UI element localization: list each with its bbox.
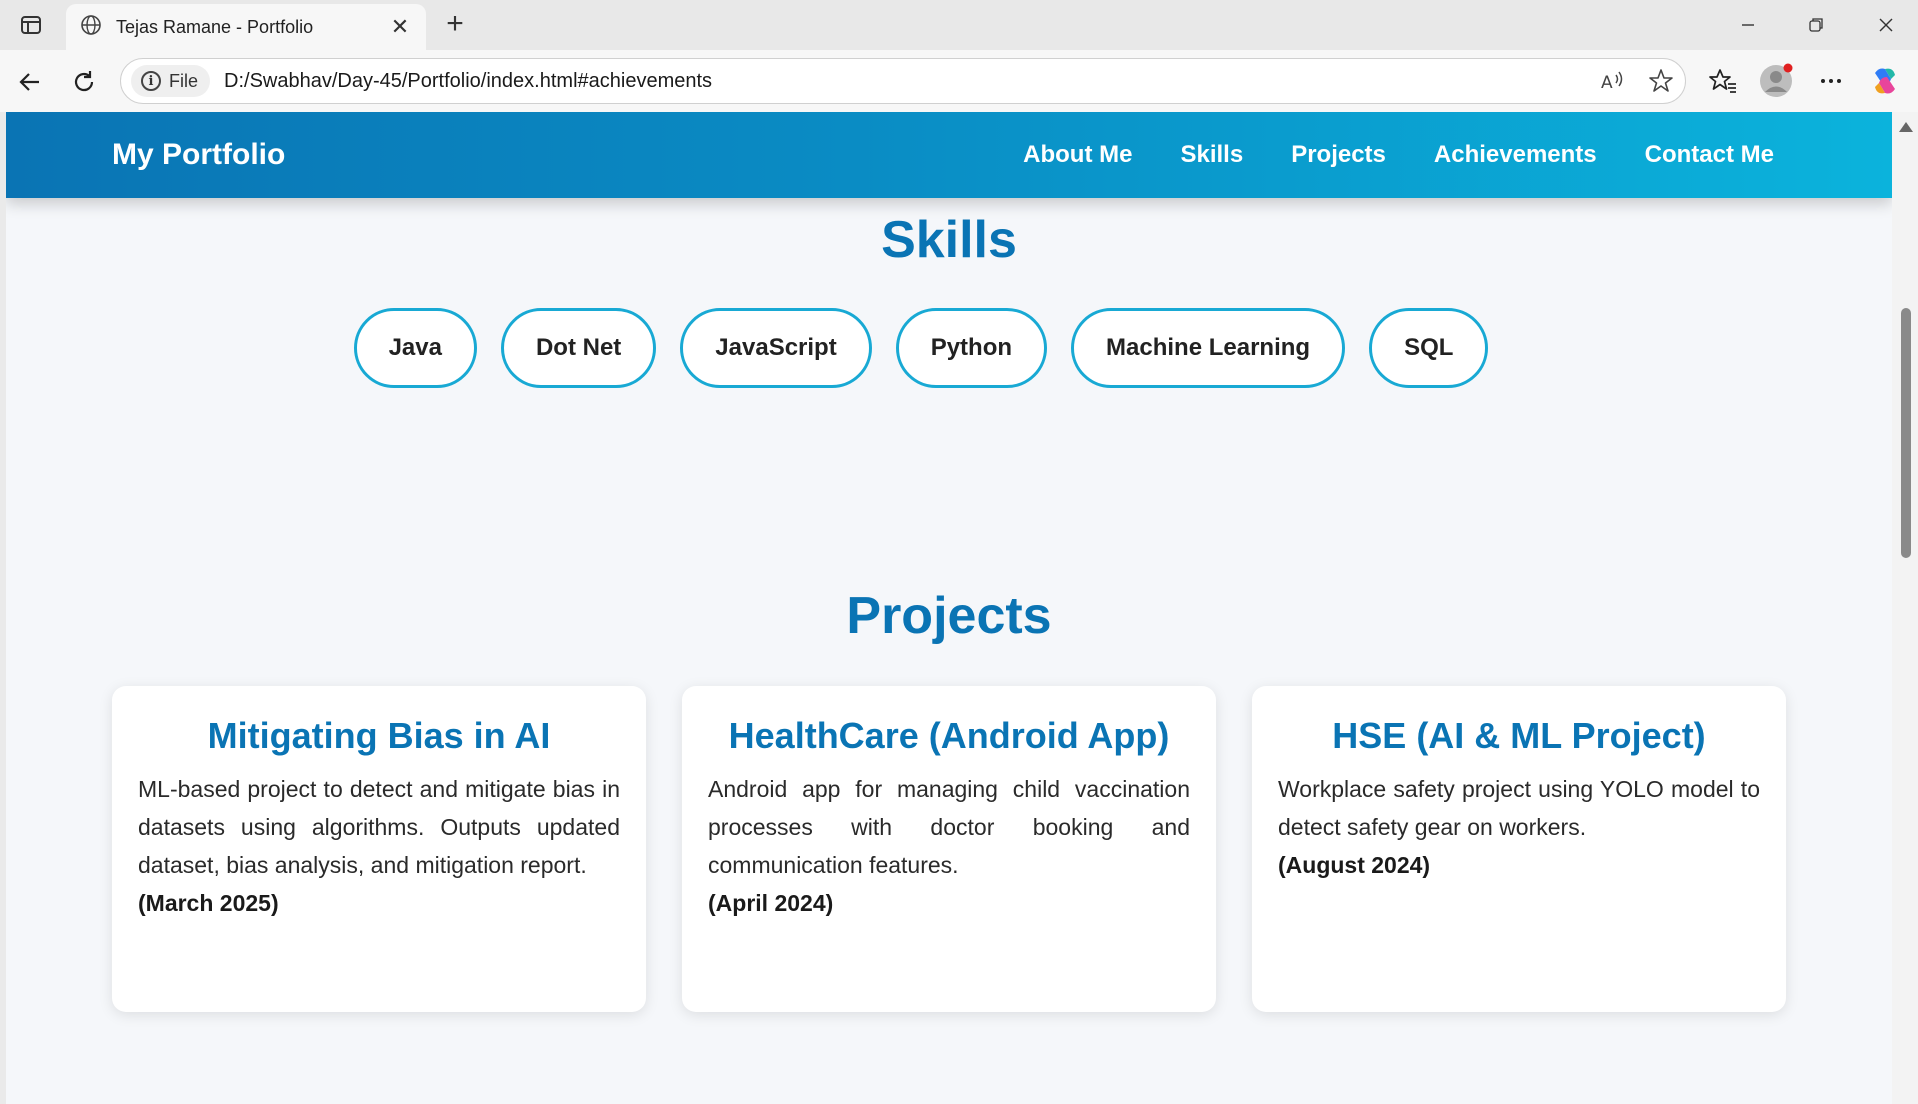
address-toolbar: i File D:/Swabhav/Day-45/Portfolio/index… bbox=[0, 50, 1918, 112]
project-description: Android app for managing child vaccinati… bbox=[708, 776, 1190, 878]
close-window-icon[interactable] bbox=[1866, 10, 1906, 40]
page-viewport: My Portfolio About Me Skills Projects Ac… bbox=[6, 112, 1892, 1104]
skill-pill: SQL bbox=[1369, 308, 1489, 388]
file-label: File bbox=[169, 70, 199, 91]
address-bar[interactable]: i File D:/Swabhav/Day-45/Portfolio/index… bbox=[120, 58, 1686, 104]
site-info-button[interactable]: i File bbox=[131, 65, 211, 97]
skills-list: Java Dot Net JavaScript Python Machine L… bbox=[6, 308, 1892, 388]
restore-icon[interactable] bbox=[1796, 10, 1836, 40]
skill-pill: Machine Learning bbox=[1071, 308, 1346, 388]
skill-pill: Java bbox=[353, 308, 477, 388]
refresh-icon[interactable] bbox=[68, 66, 100, 98]
copilot-icon[interactable] bbox=[1866, 63, 1904, 99]
projects-heading: Projects bbox=[846, 587, 1052, 645]
minimize-icon[interactable] bbox=[1728, 10, 1768, 40]
read-aloud-icon[interactable]: A bbox=[1589, 58, 1637, 104]
tab-actions-icon[interactable] bbox=[18, 12, 44, 38]
project-date: (August 2024) bbox=[1278, 852, 1431, 878]
project-description: ML-based project to detect and mitigate … bbox=[138, 776, 620, 878]
project-cards: Mitigating Bias in AI ML-based project t… bbox=[112, 686, 1786, 1012]
skill-pill: Python bbox=[895, 308, 1048, 388]
skill-pill: JavaScript bbox=[680, 308, 872, 388]
svg-text:A: A bbox=[1601, 73, 1613, 93]
tab-title: Tejas Ramane - Portfolio bbox=[116, 16, 314, 37]
scroll-up-arrow-icon[interactable] bbox=[1899, 122, 1913, 132]
project-date: (April 2024) bbox=[708, 890, 834, 916]
project-card: HealthCare (Android App) Android app for… bbox=[682, 686, 1216, 1012]
site-brand[interactable]: My Portfolio bbox=[112, 138, 285, 172]
favorite-star-icon[interactable] bbox=[1637, 58, 1685, 104]
skills-heading: Skills bbox=[881, 211, 1017, 269]
project-card: Mitigating Bias in AI ML-based project t… bbox=[112, 686, 646, 1012]
nav-link-about-me[interactable]: About Me bbox=[1023, 141, 1132, 169]
project-description: Workplace safety project using YOLO mode… bbox=[1278, 776, 1760, 840]
project-card: HSE (AI & ML Project) Workplace safety p… bbox=[1252, 686, 1786, 1012]
project-title: HSE (AI & ML Project) bbox=[1332, 715, 1706, 756]
site-nav-links: About Me Skills Projects Achievements Co… bbox=[1023, 141, 1774, 169]
more-options-icon[interactable] bbox=[1812, 63, 1850, 99]
scrollbar-thumb[interactable] bbox=[1901, 308, 1911, 558]
info-icon: i bbox=[141, 71, 161, 91]
profile-avatar[interactable] bbox=[1757, 63, 1795, 99]
nav-link-projects[interactable]: Projects bbox=[1291, 141, 1386, 169]
close-tab-icon[interactable]: ✕ bbox=[388, 14, 412, 40]
browser-tab[interactable]: Tejas Ramane - Portfolio ✕ bbox=[66, 4, 426, 50]
nav-link-achievements[interactable]: Achievements bbox=[1434, 141, 1597, 169]
nav-link-contact-me[interactable]: Contact Me bbox=[1645, 141, 1774, 169]
project-title: Mitigating Bias in AI bbox=[207, 715, 551, 756]
new-tab-icon[interactable]: + bbox=[440, 9, 470, 39]
nav-link-skills[interactable]: Skills bbox=[1180, 141, 1243, 169]
globe-icon bbox=[80, 14, 102, 41]
project-title: HealthCare (Android App) bbox=[728, 715, 1170, 756]
tab-strip: Tejas Ramane - Portfolio ✕ + bbox=[0, 0, 1918, 50]
back-icon[interactable] bbox=[14, 66, 46, 98]
url-text[interactable]: D:/Swabhav/Day-45/Portfolio/index.html#a… bbox=[224, 70, 1589, 93]
site-navbar: My Portfolio About Me Skills Projects Ac… bbox=[6, 112, 1892, 198]
project-date: (March 2025) bbox=[138, 890, 279, 916]
favorites-icon[interactable] bbox=[1704, 63, 1742, 99]
skill-pill: Dot Net bbox=[500, 308, 657, 388]
page-scrollbar[interactable] bbox=[1892, 112, 1918, 1104]
